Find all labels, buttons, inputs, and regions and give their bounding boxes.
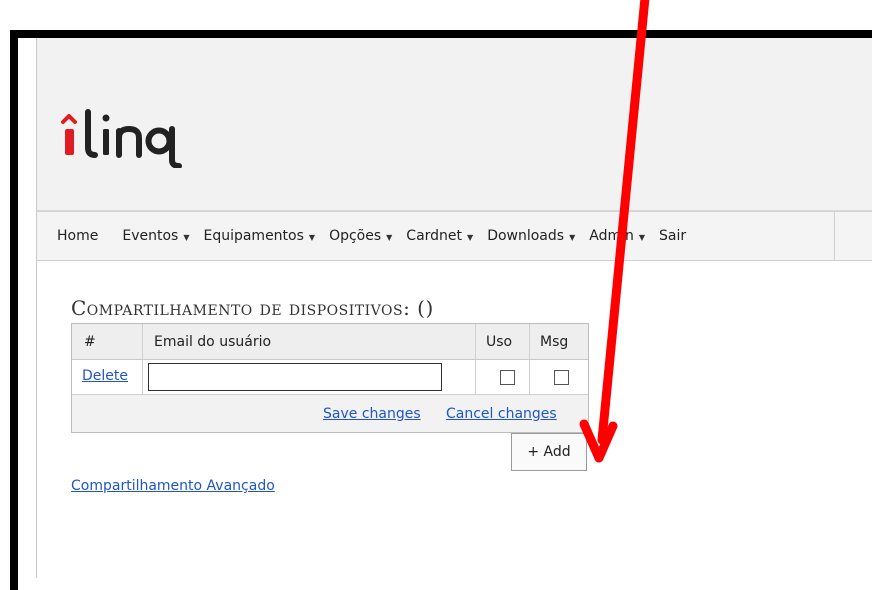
grid-footer: Save changes Cancel changes [72, 395, 588, 432]
nav-equipamentos-label: Equipamentos [203, 228, 304, 244]
screenshot-frame-top [10, 30, 872, 38]
nav-sair-label: Sair [659, 228, 687, 244]
nav-cardnet[interactable]: Cardnet ▼ [406, 212, 473, 260]
device-sharing-grid: # Email do usuário Uso Msg Delete Save c… [71, 323, 589, 433]
caret-down-icon: ▼ [638, 232, 646, 242]
nav-eventos-label: Eventos [122, 228, 179, 244]
add-button[interactable]: + Add [511, 433, 587, 471]
nav-admin[interactable]: Admin ▼ [589, 212, 645, 260]
iling-logo [61, 109, 182, 168]
save-changes-link[interactable]: Save changes [323, 406, 421, 422]
caret-down-icon: ▼ [183, 232, 190, 242]
nav-eventos[interactable]: Eventos ▼ [122, 212, 189, 260]
page-header [37, 38, 872, 211]
column-header-msg[interactable]: Msg [540, 324, 568, 359]
column-header-uso[interactable]: Uso [486, 324, 512, 359]
table-row: Delete [72, 360, 588, 395]
nav-opcoes[interactable]: Opções ▼ [329, 212, 392, 260]
nav-downloads-label: Downloads [487, 228, 565, 244]
screenshot-frame-left [10, 30, 18, 590]
nav-downloads[interactable]: Downloads ▼ [487, 212, 575, 260]
nav-cardnet-label: Cardnet [406, 228, 463, 244]
nav-home-label: Home [57, 228, 99, 244]
column-header-email[interactable]: Email do usuário [154, 324, 271, 359]
msg-checkbox[interactable] [554, 370, 569, 385]
nav-home[interactable]: Home [57, 212, 98, 260]
nav-admin-label: Admin [589, 228, 634, 244]
grid-header: # Email do usuário Uso Msg [72, 324, 588, 360]
advanced-sharing-link[interactable]: Compartilhamento Avançado [71, 478, 275, 494]
caret-down-icon: ▼ [386, 232, 393, 242]
email-field[interactable] [148, 363, 442, 391]
nav-opcoes-label: Opções [329, 228, 382, 244]
caret-down-icon: ▼ [569, 232, 576, 242]
caret-down-icon: ▼ [467, 232, 474, 242]
main-navbar: Home Eventos ▼ Equipamentos ▼ Opções ▼ Card… [37, 211, 872, 261]
page-title: Compartilhamento de dispositivos: () [71, 296, 434, 320]
delete-link[interactable]: Delete [82, 368, 128, 384]
uso-checkbox[interactable] [500, 370, 515, 385]
cancel-changes-link[interactable]: Cancel changes [446, 406, 557, 422]
nav-sair[interactable]: Sair [659, 212, 686, 260]
column-header-number: # [84, 333, 96, 350]
caret-down-icon: ▼ [308, 232, 316, 242]
nav-equipamentos[interactable]: Equipamentos ▼ [203, 212, 315, 260]
